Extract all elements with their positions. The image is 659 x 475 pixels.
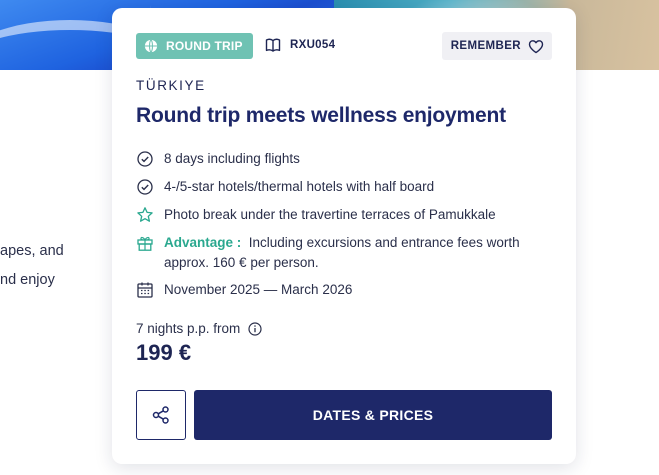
background-text-line: apes, and — [0, 243, 64, 259]
remember-label: REMEMBER — [450, 40, 521, 52]
advantage-item: Advantage : Including excursions and ent… — [136, 233, 544, 273]
feature-item: 4-/5-star hotels/thermal hotels with hal… — [136, 177, 434, 197]
remember-button[interactable]: REMEMBER — [441, 32, 552, 60]
feature-text: 8 days including flights — [164, 151, 300, 166]
feature-text: 4-/5-star hotels/thermal hotels with hal… — [164, 179, 435, 194]
share-button[interactable] — [136, 390, 186, 440]
advantage-text: Advantage : Including excursions and ent… — [164, 233, 544, 273]
globe-icon — [144, 39, 158, 53]
feature-item: Photo break under the travertine terrace… — [136, 205, 496, 225]
trip-code: RXU054 — [265, 37, 335, 53]
feature-item: November 2025 — March 2026 — [136, 280, 352, 300]
round-trip-badge: ROUND TRIP — [136, 33, 253, 59]
advantage-label: Advantage : — [164, 235, 242, 250]
dates-prices-button[interactable]: DATES & PRICES — [194, 390, 552, 440]
check-circle-icon — [137, 179, 153, 195]
price: 199 € — [136, 340, 192, 365]
country-label: TÜRKIYE — [136, 78, 206, 93]
round-trip-label: ROUND TRIP — [166, 39, 243, 53]
feature-text: Photo break under the travertine terrace… — [164, 207, 496, 222]
calendar-icon — [137, 282, 153, 298]
price-from-label: 7 nights p.p. from — [136, 321, 241, 336]
price-from: 7 nights p.p. from — [136, 321, 262, 336]
share-icon — [152, 406, 169, 424]
book-icon — [265, 38, 281, 52]
trip-title: Round trip meets wellness enjoyment — [136, 104, 506, 127]
heart-icon — [528, 39, 544, 53]
star-icon — [137, 207, 153, 222]
feature-item: 8 days including flights — [136, 149, 300, 169]
trip-card: ROUND TRIP RXU054 REMEMBER TÜRKIYE Round… — [112, 8, 576, 464]
info-icon[interactable] — [248, 321, 262, 336]
feature-text: November 2025 — March 2026 — [164, 282, 353, 297]
background-text-line: nd enjoy — [0, 272, 55, 288]
check-circle-icon — [137, 151, 153, 167]
trip-code-label: RXU054 — [290, 39, 336, 51]
gift-icon — [137, 236, 153, 251]
